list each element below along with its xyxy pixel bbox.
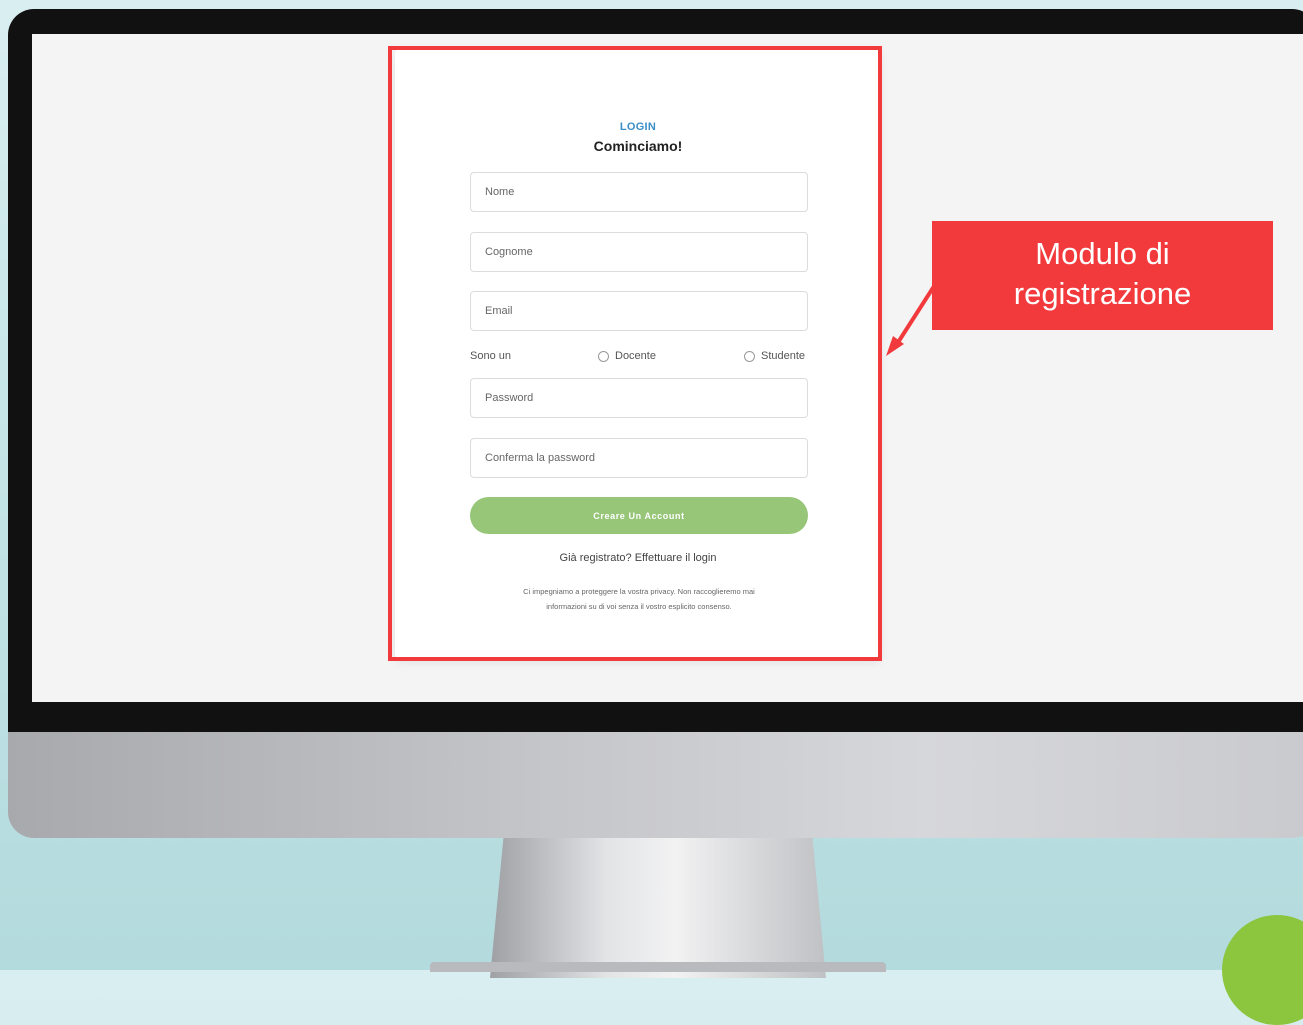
annotation-line-1: Modulo di [1035, 236, 1170, 271]
annotation-line-2: registrazione [1013, 276, 1192, 311]
annotation-callout: Modulo di registrazione [932, 221, 1273, 330]
callout-arrow-icon [886, 278, 940, 356]
